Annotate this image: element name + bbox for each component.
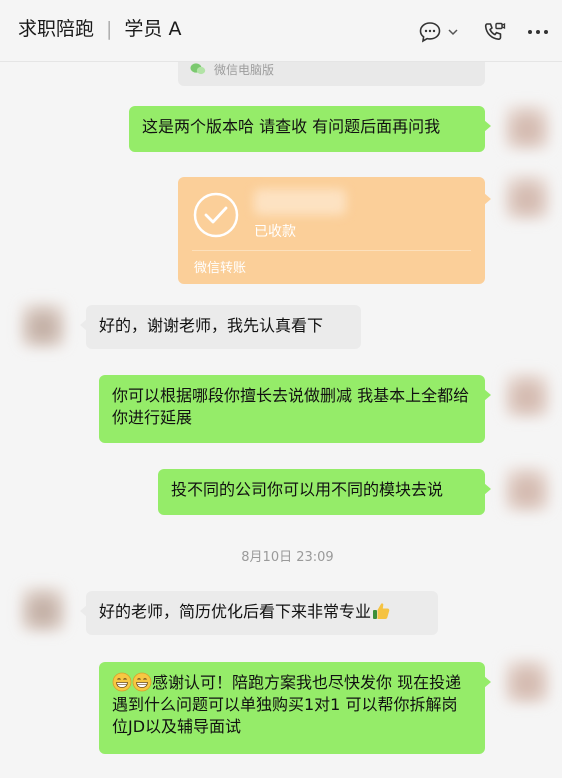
message-bubble[interactable]: 这是两个版本哈 请查收 有问题后面再问我 [129,106,491,152]
message-text: 好的老师，简历优化后看下来非常专业 [99,602,372,621]
avatar[interactable] [20,302,66,348]
grinning-face-icon [112,672,132,692]
message-text: 感谢认可！陪跑方案我也尽快发你 现在投递遇到什么问题可以单独购买1对1 可以帮你… [112,673,462,736]
message-bubble[interactable]: 感谢认可！陪跑方案我也尽快发你 现在投递遇到什么问题可以单独购买1对1 可以帮你… [99,662,491,754]
avatar[interactable] [504,104,550,150]
phone-video-icon[interactable] [480,18,508,46]
timestamp: 8月10日 23:09 [241,550,334,565]
avatar[interactable] [504,372,550,418]
message-bubble[interactable]: 你可以根据哪段你擅长去说做删减 我基本上全都给你进行延展 [99,375,491,443]
chat-name: 求职陪跑 [18,18,95,40]
avatar[interactable] [504,658,550,704]
source-strip: 微信电脑版 [178,62,485,86]
chevron-down-icon[interactable] [444,18,462,46]
avatar[interactable] [504,466,550,512]
title-separator: | [106,18,113,40]
wechat-icon [190,63,206,75]
transfer-card[interactable]: 已收款 微信转账 [178,177,491,284]
contact-name: 学员 A [124,18,182,40]
chat-window: 求职陪跑 | 学员 A 微信电脑版 这是两个版本哈 请查收 有问题后面再问我 已… [0,0,562,778]
thumbs-up-icon [373,603,390,619]
message-bubble[interactable]: 投不同的公司你可以用不同的模块去说 [158,469,491,515]
transfer-footer: 微信转账 [194,261,247,276]
message-list[interactable]: 微信电脑版 这是两个版本哈 请查收 有问题后面再问我 已收款 微信转账 好的，谢… [0,62,562,778]
check-circle-icon [193,192,239,238]
message-bubble[interactable]: 好的老师，简历优化后看下来非常专业 [80,591,438,635]
avatar[interactable] [504,174,550,220]
avatar[interactable] [20,586,66,632]
divider [192,250,471,251]
chat-bubble-icon[interactable] [416,18,444,46]
chat-title: 求职陪跑 | 学员 A [18,16,181,42]
transfer-amount-blurred [254,189,346,215]
transfer-status: 已收款 [254,224,296,240]
grinning-face-icon [132,672,152,692]
message-bubble[interactable]: 好的，谢谢老师，我先认真看下 [80,305,361,349]
source-label: 微信电脑版 [214,63,275,77]
more-icon[interactable] [524,18,552,46]
chat-header: 求职陪跑 | 学员 A [0,0,562,62]
